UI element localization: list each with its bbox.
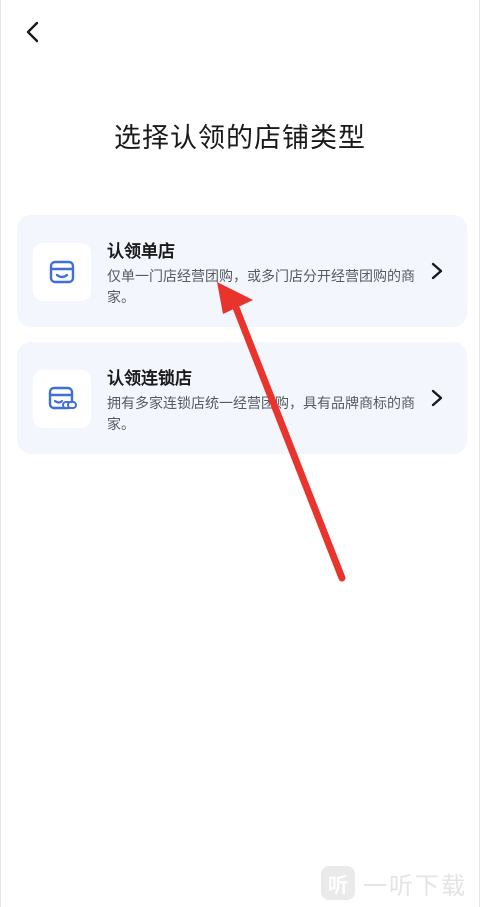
option-title: 认领连锁店 <box>107 369 192 389</box>
option-description: 拥有多家连锁店统一经营团购，具有品牌商标的商家。 <box>107 396 415 433</box>
chevron-right-icon <box>427 259 447 283</box>
watermark-text: 一听下载 <box>363 871 467 900</box>
chevron-right-icon <box>427 386 447 410</box>
option-title: 认领单店 <box>107 242 175 262</box>
chevron-left-icon <box>26 21 39 43</box>
page-title: 选择认领的店铺类型 <box>114 123 366 154</box>
watermark-logo: 听 <box>321 866 355 900</box>
claim-store-type-screen: 选择认领的店铺类型 认领单店 仅单一门店经营团购，或多门店分开经营团购的商家。 <box>0 0 480 907</box>
storefront-icon <box>33 243 91 301</box>
watermark: 听 一听下载 <box>321 865 467 901</box>
claim-chain-store-option[interactable]: 认领连锁店 拥有多家连锁店统一经营团购，具有品牌商标的商家。 <box>17 342 467 454</box>
option-description: 仅单一门店经营团购，或多门店分开经营团购的商家。 <box>107 269 415 306</box>
claim-single-store-option[interactable]: 认领单店 仅单一门店经营团购，或多门店分开经营团购的商家。 <box>17 215 467 327</box>
chain-store-icon <box>33 370 91 428</box>
back-button[interactable] <box>15 14 51 50</box>
